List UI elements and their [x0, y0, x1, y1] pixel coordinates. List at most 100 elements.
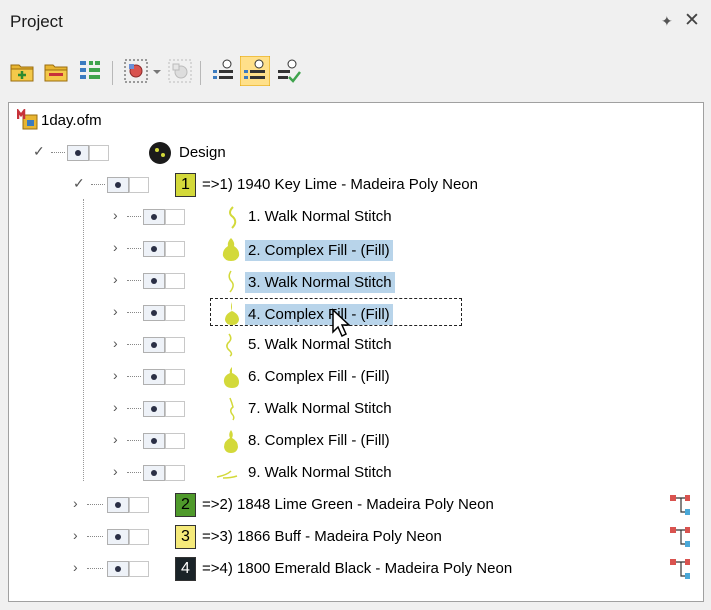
chevron-right-icon[interactable]: ›	[113, 463, 118, 479]
pin-icon[interactable]: ✦	[661, 13, 673, 30]
sequence-branch-icon[interactable]	[669, 525, 691, 549]
close-icon[interactable]: ✕	[684, 9, 700, 32]
tree-row-color-4[interactable]: › 4 =>4) 1800 Emerald Black - Madeira Po…	[9, 555, 701, 583]
dropdown-arrow-icon[interactable]	[151, 58, 163, 84]
toolbar-separator	[200, 61, 201, 85]
fill-stitch-icon	[222, 238, 240, 261]
stitch-label: 1. Walk Normal Stitch	[248, 208, 392, 225]
chevron-right-icon[interactable]: ›	[113, 431, 118, 447]
list-view-icon[interactable]	[210, 58, 236, 84]
color-label: =>3) 1866 Buff - Madeira Poly Neon	[202, 528, 442, 545]
toolbar-separator	[112, 61, 113, 85]
lock-checkbox[interactable]	[165, 401, 185, 417]
lock-checkbox[interactable]	[165, 305, 185, 321]
lock-checkbox[interactable]	[165, 273, 185, 289]
tree-row-stitch[interactable]: › 4. Complex Fill - (Fill)	[9, 298, 701, 327]
chevron-right-icon[interactable]: ›	[113, 335, 118, 351]
list-view-highlight-icon[interactable]	[240, 56, 270, 86]
chevron-right-icon[interactable]: ›	[73, 527, 78, 543]
visibility-eye-icon[interactable]	[143, 209, 165, 225]
lock-checkbox[interactable]	[129, 529, 149, 545]
list-check-icon[interactable]	[275, 58, 301, 84]
add-folder-icon[interactable]	[9, 58, 35, 84]
visibility-eye-icon[interactable]	[107, 177, 129, 193]
lock-checkbox[interactable]	[129, 177, 149, 193]
tree-row-file[interactable]: 1day.ofm	[9, 107, 701, 135]
tree-row-stitch[interactable]: › 7. Walk Normal Stitch	[9, 395, 701, 423]
walk-stitch-icon	[228, 270, 234, 293]
color-number-badge: 1	[175, 173, 196, 197]
lock-checkbox[interactable]	[89, 145, 109, 161]
stitch-label: 9. Walk Normal Stitch	[248, 464, 392, 481]
color-label: =>2) 1848 Lime Green - Madeira Poly Neon	[202, 496, 494, 513]
tree-connector	[127, 312, 141, 313]
color-label: =>4) 1800 Emerald Black - Madeira Poly N…	[202, 560, 513, 577]
color-number-badge: 4	[175, 557, 196, 581]
visibility-eye-icon[interactable]	[107, 529, 129, 545]
tree-connector	[127, 440, 141, 441]
stitch-label: 8. Complex Fill - (Fill)	[248, 432, 390, 449]
lock-checkbox[interactable]	[165, 433, 185, 449]
visibility-eye-icon[interactable]	[143, 241, 165, 257]
lock-checkbox[interactable]	[165, 241, 185, 257]
tree-row-color-2[interactable]: › 2 =>2) 1848 Lime Green - Madeira Poly …	[9, 491, 701, 519]
tree-row-design[interactable]: ✓ Design	[9, 139, 701, 167]
sequence-branch-icon[interactable]	[669, 557, 691, 581]
chevron-right-icon[interactable]: ›	[113, 367, 118, 383]
chevron-right-icon[interactable]: ›	[73, 495, 78, 511]
design-label: Design	[179, 144, 226, 161]
chevron-right-icon[interactable]: ›	[113, 239, 118, 255]
visibility-eye-icon[interactable]	[67, 145, 89, 161]
visibility-eye-icon[interactable]	[143, 305, 165, 321]
tree-connector	[87, 568, 103, 569]
project-panel: Project ✦ ✕ 1day.ofm ✓ Design ✓ 1 =>1) 1…	[0, 0, 711, 610]
mouse-pointer-icon	[332, 308, 351, 338]
lock-checkbox[interactable]	[129, 561, 149, 577]
chevron-right-icon[interactable]: ›	[113, 303, 118, 319]
tree-row-color-3[interactable]: › 3 =>3) 1866 Buff - Madeira Poly Neon	[9, 523, 701, 551]
panel-titlebar: Project ✦ ✕	[0, 0, 711, 44]
chevron-right-icon[interactable]: ›	[113, 271, 118, 287]
visibility-eye-icon[interactable]	[143, 337, 165, 353]
toolbar	[9, 56, 699, 88]
visibility-eye-icon[interactable]	[107, 497, 129, 513]
visibility-eye-icon[interactable]	[143, 465, 165, 481]
tree-row-stitch[interactable]: › 2. Complex Fill - (Fill)	[9, 235, 701, 263]
tree-row-stitch[interactable]: › 5. Walk Normal Stitch	[9, 331, 701, 359]
visibility-eye-icon[interactable]	[143, 433, 165, 449]
chevron-right-icon[interactable]: ›	[113, 207, 118, 223]
tree-row-stitch[interactable]: › 8. Complex Fill - (Fill)	[9, 427, 701, 455]
stitch-label: 2. Complex Fill - (Fill)	[245, 240, 393, 261]
stitch-label: 7. Walk Normal Stitch	[248, 400, 392, 417]
visibility-eye-icon[interactable]	[143, 369, 165, 385]
tree-row-color-1[interactable]: ✓ 1 =>1) 1940 Key Lime - Madeira Poly Ne…	[9, 171, 701, 199]
project-file-icon	[17, 109, 38, 130]
chevron-down-icon[interactable]: ✓	[73, 175, 85, 192]
visibility-eye-icon[interactable]	[143, 401, 165, 417]
tree-row-stitch[interactable]: › 9. Walk Normal Stitch	[9, 459, 701, 487]
chevron-down-icon[interactable]: ✓	[33, 143, 45, 160]
tree-row-stitch[interactable]: › 1. Walk Normal Stitch	[9, 203, 701, 231]
visibility-eye-icon[interactable]	[143, 273, 165, 289]
stitch-label: 5. Walk Normal Stitch	[248, 336, 392, 353]
tree-connector	[127, 472, 141, 473]
tree-row-stitch[interactable]: › 6. Complex Fill - (Fill)	[9, 363, 701, 391]
project-tree[interactable]: 1day.ofm ✓ Design ✓ 1 =>1) 1940 Key Lime…	[8, 102, 704, 602]
tree-row-stitch[interactable]: › 3. Walk Normal Stitch	[9, 267, 701, 295]
color-label: =>1) 1940 Key Lime - Madeira Poly Neon	[202, 176, 478, 193]
visibility-eye-icon[interactable]	[107, 561, 129, 577]
open-folder-icon[interactable]	[43, 58, 69, 84]
sequence-branch-icon[interactable]	[669, 493, 691, 517]
lock-checkbox[interactable]	[165, 337, 185, 353]
chevron-right-icon[interactable]: ›	[113, 399, 118, 415]
lock-checkbox[interactable]	[129, 497, 149, 513]
stitch-label: 4. Complex Fill - (Fill)	[245, 304, 393, 325]
lock-checkbox[interactable]	[165, 465, 185, 481]
lock-checkbox[interactable]	[165, 369, 185, 385]
lock-checkbox[interactable]	[165, 209, 185, 225]
hierarchy-icon[interactable]	[77, 58, 103, 84]
chevron-right-icon[interactable]: ›	[73, 559, 78, 575]
tree-connector	[87, 536, 103, 537]
walk-stitch-icon	[229, 206, 237, 229]
object-properties-icon[interactable]	[123, 58, 149, 84]
